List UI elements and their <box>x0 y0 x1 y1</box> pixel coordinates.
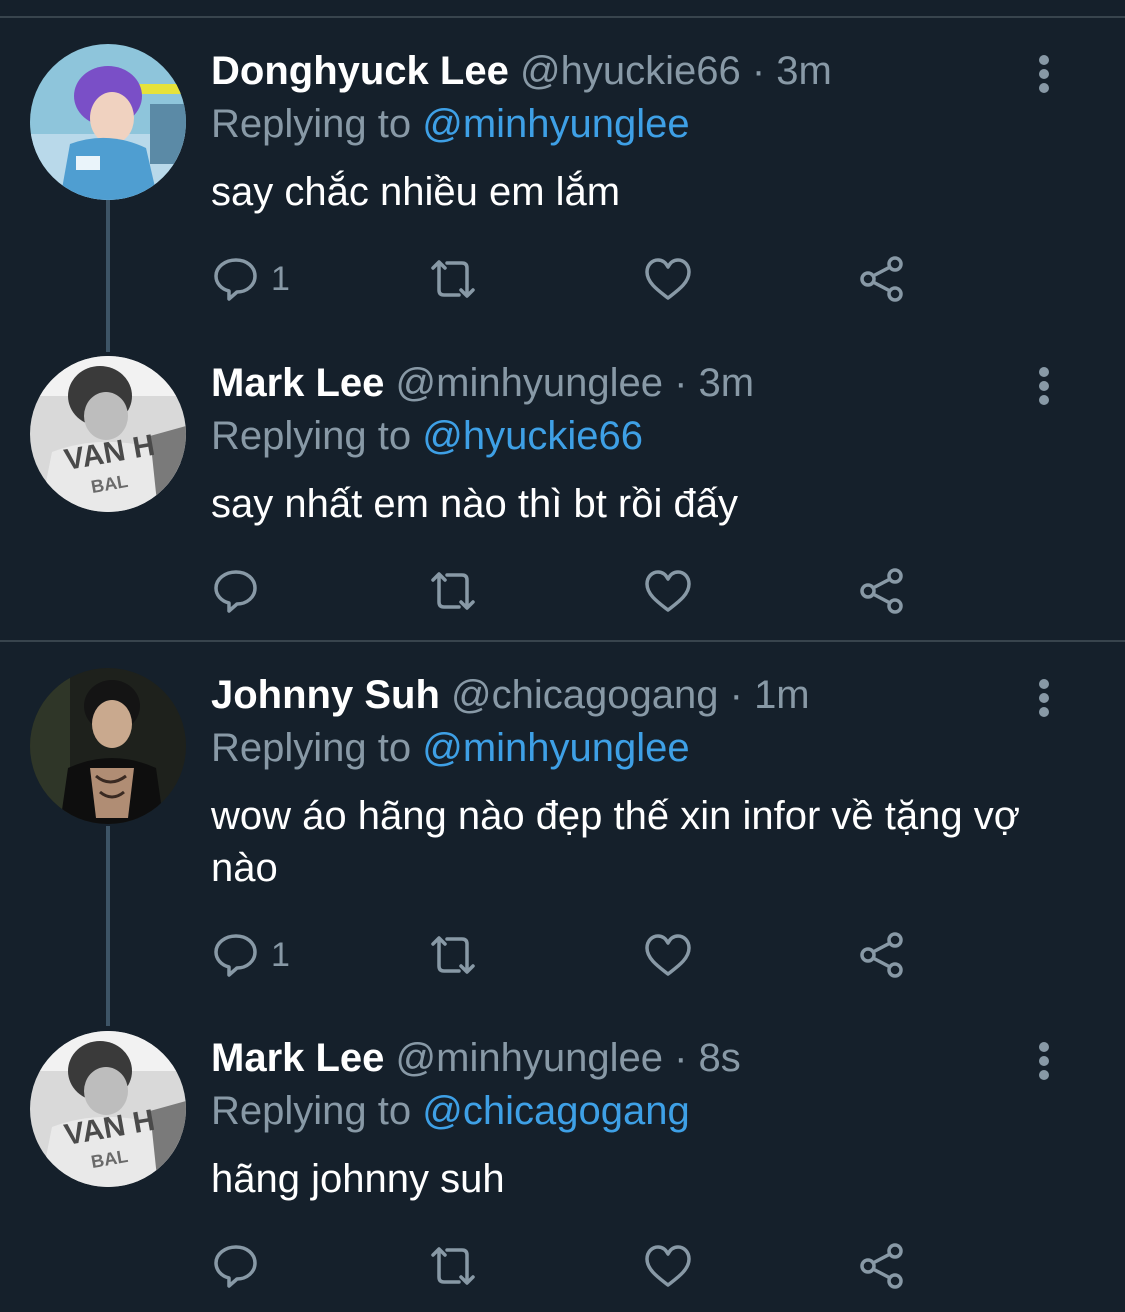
more-icon <box>1039 679 1049 717</box>
timestamp[interactable]: 8s <box>699 1036 741 1080</box>
avatar[interactable]: VAN H BAL <box>30 1031 186 1187</box>
top-divider <box>0 16 1125 18</box>
display-name[interactable]: Mark Lee <box>211 1036 384 1080</box>
thread-connector <box>106 826 110 1026</box>
like-button[interactable] <box>643 564 693 618</box>
reply-button[interactable]: 1 <box>211 252 290 306</box>
tweet-header: Mark Lee @minhyunglee · 3m <box>211 358 754 408</box>
retweet-icon <box>431 572 475 610</box>
more-options-button[interactable] <box>1026 52 1062 96</box>
share-button[interactable] <box>857 1239 907 1293</box>
separator-dot: · <box>751 49 766 93</box>
like-icon <box>645 570 691 612</box>
reply-icon <box>214 258 257 301</box>
retweet-button[interactable] <box>425 1239 481 1293</box>
tweet-text: say chắc nhiều em lắm <box>211 170 621 214</box>
avatar[interactable] <box>30 668 186 824</box>
like-button[interactable] <box>643 1239 693 1293</box>
replying-to-mention[interactable]: @minhyunglee <box>422 726 689 770</box>
separator-dot: · <box>674 1036 688 1080</box>
retweet-icon <box>431 936 475 974</box>
tweet-header: Donghyuck Lee @hyuckie66 · 3m <box>211 46 832 96</box>
share-button[interactable] <box>857 252 907 306</box>
retweet-icon <box>431 1247 475 1285</box>
replying-to-label: Replying to <box>211 1089 423 1133</box>
tweet-text: say nhất em nào thì bt rồi đấy <box>211 482 738 526</box>
display-name[interactable]: Johnny Suh <box>211 673 440 717</box>
replying-to-line: Replying to @hyuckie66 <box>211 411 643 461</box>
like-icon <box>645 934 691 976</box>
reply-icon <box>214 570 257 613</box>
share-button[interactable] <box>857 928 907 982</box>
reply-icon <box>214 1245 257 1288</box>
user-handle[interactable]: @minhyunglee <box>396 1036 663 1080</box>
conversation-thread: Donghyuck Lee @hyuckie66 · 3m Replying t… <box>0 0 1125 1312</box>
share-icon <box>860 932 903 978</box>
user-handle[interactable]: @hyuckie66 <box>520 49 741 93</box>
reply-button[interactable] <box>211 564 271 618</box>
like-icon <box>645 1245 691 1287</box>
reply-count: 1 <box>271 935 290 974</box>
more-options-button[interactable] <box>1026 676 1062 720</box>
replying-to-label: Replying to <box>211 414 423 458</box>
user-handle[interactable]: @chicagogang <box>451 673 718 717</box>
share-icon <box>860 256 903 302</box>
reply-icon <box>214 934 257 977</box>
replying-to-line: Replying to @chicagogang <box>211 1086 690 1136</box>
replying-to-mention[interactable]: @chicagogang <box>422 1089 689 1133</box>
tweet-header: Mark Lee @minhyunglee · 8s <box>211 1033 741 1083</box>
share-button[interactable] <box>857 564 907 618</box>
timestamp[interactable]: 3m <box>699 361 755 405</box>
retweet-button[interactable] <box>425 564 481 618</box>
replying-to-label: Replying to <box>211 726 423 770</box>
avatar[interactable]: VAN H BAL <box>30 356 186 512</box>
like-button[interactable] <box>643 252 693 306</box>
like-button[interactable] <box>643 928 693 982</box>
tweet-text: hãng johnny suh <box>211 1157 505 1201</box>
retweet-button[interactable] <box>425 252 481 306</box>
user-handle[interactable]: @minhyunglee <box>396 361 663 405</box>
like-icon <box>645 258 691 300</box>
separator-dot: · <box>674 361 688 405</box>
display-name[interactable]: Donghyuck Lee <box>211 49 509 93</box>
separator-dot: · <box>729 673 743 717</box>
more-icon <box>1039 55 1049 93</box>
reply-count: 1 <box>271 259 290 298</box>
avatar[interactable] <box>30 44 186 200</box>
tweet-header: Johnny Suh @chicagogang · 1m <box>211 670 810 720</box>
more-icon <box>1039 1042 1049 1080</box>
retweet-button[interactable] <box>425 928 481 982</box>
replying-to-mention[interactable]: @minhyunglee <box>422 102 689 146</box>
tweet-actions: 1 <box>211 252 931 306</box>
tweet-text: wow áo hãng nào đẹp thế xin infor về tặn… <box>211 794 1020 890</box>
share-icon <box>860 568 903 614</box>
thread-connector <box>106 200 110 352</box>
share-icon <box>860 1243 903 1289</box>
tweet-actions <box>211 1239 931 1293</box>
retweet-icon <box>431 260 475 298</box>
more-icon <box>1039 367 1049 405</box>
replying-to-mention[interactable]: @hyuckie66 <box>422 414 643 458</box>
display-name[interactable]: Mark Lee <box>211 361 384 405</box>
replying-to-line: Replying to @minhyunglee <box>211 723 690 773</box>
more-options-button[interactable] <box>1026 1039 1062 1083</box>
reply-button[interactable]: 1 <box>211 928 290 982</box>
timestamp[interactable]: 3m <box>776 49 832 93</box>
more-options-button[interactable] <box>1026 364 1062 408</box>
timestamp[interactable]: 1m <box>754 673 810 717</box>
tweet-actions <box>211 564 931 618</box>
replying-to-line: Replying to @minhyunglee <box>211 99 690 149</box>
reply-button[interactable] <box>211 1239 271 1293</box>
thread-divider <box>0 640 1125 642</box>
tweet-actions: 1 <box>211 928 931 982</box>
replying-to-label: Replying to <box>211 102 423 146</box>
